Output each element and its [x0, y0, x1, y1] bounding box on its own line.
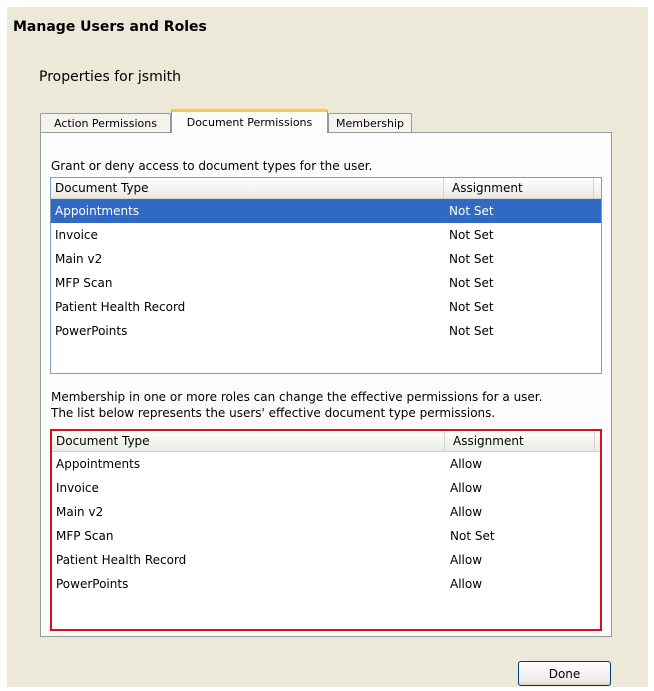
document-type-cell: MFP Scan [55, 276, 113, 290]
document-type-cell: Invoice [56, 481, 99, 495]
assignment-cell: Not Set [449, 228, 494, 242]
list-item[interactable]: Main v2 Allow [52, 500, 600, 524]
list-item[interactable]: Appointments Not Set [51, 199, 601, 223]
document-type-cell: Patient Health Record [56, 553, 187, 567]
list-item[interactable]: Patient Health Record Not Set [51, 295, 601, 319]
tab-document-permissions[interactable]: Document Permissions [171, 109, 328, 133]
effective-permissions-list[interactable]: Document Type Assignment Appointments Al… [50, 429, 602, 631]
list-header: Document Type Assignment [51, 178, 601, 199]
assignment-cell: Allow [450, 481, 483, 495]
dialog-title: Manage Users and Roles [13, 19, 207, 35]
list-item[interactable]: MFP Scan Not Set [51, 271, 601, 295]
list-item[interactable]: PowerPoints Not Set [51, 319, 601, 343]
document-type-cell: Main v2 [55, 252, 103, 266]
tab-panel-document-permissions: Grant or deny access to document types f… [40, 132, 612, 637]
document-type-cell: MFP Scan [56, 529, 114, 543]
list-header: Document Type Assignment [52, 431, 600, 452]
tab-action-permissions[interactable]: Action Permissions [40, 113, 171, 133]
document-type-cell: Appointments [56, 457, 141, 471]
column-header-assignment[interactable]: Assignment [445, 431, 595, 451]
assignment-cell: Allow [450, 553, 483, 567]
document-type-cell: PowerPoints [55, 324, 128, 338]
list-item[interactable]: Patient Health Record Allow [52, 548, 600, 572]
list-item[interactable]: Main v2 Not Set [51, 247, 601, 271]
assignment-cell: Allow [450, 577, 483, 591]
list-item[interactable]: Appointments Allow [52, 452, 600, 476]
assignment-cell: Not Set [449, 276, 494, 290]
assignment-cell: Not Set [449, 252, 494, 266]
list-item[interactable]: Invoice Not Set [51, 223, 601, 247]
document-type-cell: Appointments [55, 204, 140, 218]
assignment-cell: Not Set [449, 324, 494, 338]
list-item[interactable]: PowerPoints Allow [52, 572, 600, 596]
column-header-document-type[interactable]: Document Type [51, 178, 444, 198]
document-type-cell: Patient Health Record [55, 300, 186, 314]
column-header-assignment[interactable]: Assignment [444, 178, 594, 198]
effective-permissions-description: Membership in one or more roles can chan… [51, 389, 542, 421]
list-item[interactable]: MFP Scan Not Set [52, 524, 600, 548]
assignment-cell: Allow [450, 457, 483, 471]
properties-title: Properties for jsmith [39, 69, 181, 85]
assignment-cell: Not Set [450, 529, 495, 543]
done-button[interactable]: Done [518, 661, 611, 686]
list-item[interactable]: Invoice Allow [52, 476, 600, 500]
description-line-2: The list below represents the users' eff… [51, 406, 496, 420]
user-permissions-description: Grant or deny access to document types f… [51, 159, 373, 173]
assignment-cell: Not Set [449, 204, 494, 218]
tab-membership[interactable]: Membership [328, 113, 412, 133]
column-header-document-type[interactable]: Document Type [52, 431, 445, 451]
description-line-1: Membership in one or more roles can chan… [51, 390, 543, 404]
document-type-cell: Invoice [55, 228, 98, 242]
document-type-cell: Main v2 [56, 505, 104, 519]
assignment-cell: Allow [450, 505, 483, 519]
document-type-cell: PowerPoints [56, 577, 129, 591]
user-permissions-list[interactable]: Document Type Assignment Appointments No… [50, 177, 602, 374]
assignment-cell: Not Set [449, 300, 494, 314]
